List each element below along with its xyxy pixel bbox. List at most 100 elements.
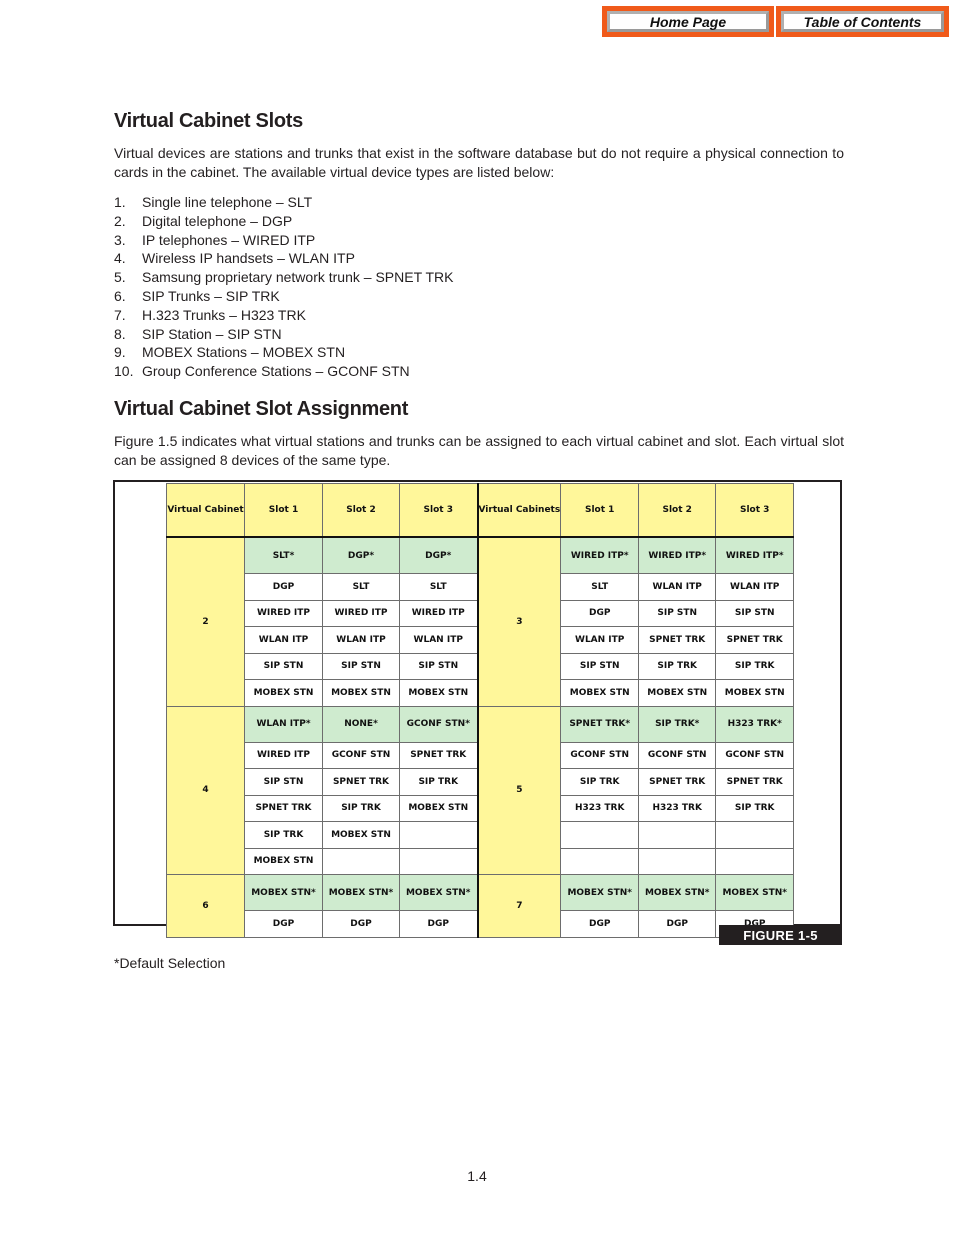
slot-cell: WLAN ITP: [560, 626, 640, 654]
default-slot-cell: MOBEX STN*: [244, 874, 323, 911]
home-page-button[interactable]: Home Page: [602, 6, 774, 37]
header-slot-1: Slot 1: [244, 483, 323, 538]
list-item: 8. SIP Station – SIP STN: [114, 325, 282, 342]
list-item: 5. Samsung proprietary network trunk – SP…: [114, 269, 454, 286]
slot-cell: [399, 821, 478, 849]
slot-cell: DGP: [322, 910, 400, 938]
slot-cell: [638, 847, 717, 875]
default-slot-cell: DGP*: [399, 536, 478, 574]
slot-cell: SIP TRK: [322, 794, 400, 822]
section-intro-slot-assignment: Figure 1.5 indicates what virtual statio…: [114, 433, 844, 468]
header-slot-2: Slot 2: [322, 483, 400, 538]
slot-cell: H323 TRK: [560, 794, 640, 822]
slot-cell: SIP STN: [244, 768, 323, 796]
slot-cell: SIP TRK: [560, 768, 640, 796]
cabinet-number-cell: 5: [476, 705, 562, 875]
table-of-contents-button[interactable]: Table of Contents: [776, 6, 949, 37]
slot-cell: DGP: [244, 910, 323, 938]
slot-cell: DGP: [560, 910, 640, 938]
section-title-virtual-cabinet-slots: Virtual Cabinet Slots: [114, 110, 303, 132]
slot-cell: WIRED ITP: [244, 599, 323, 627]
slot-cell: MOBEX STN: [244, 679, 323, 707]
slot-cell: SIP STN: [322, 652, 400, 680]
table-header-row: Virtual Cabinet Slot 1 Slot 2 Slot 3 Vir…: [166, 483, 795, 538]
header-slot-3: Slot 3: [715, 483, 795, 538]
virtual-cabinet-slot-table: Virtual Cabinet Slot 1 Slot 2 Slot 3 Vir…: [166, 483, 795, 938]
slot-cell: SPNET TRK: [244, 794, 323, 822]
table-row: 4 WLAN ITP* NONE* GCONF STN* 5 SPNET TRK* SIP …: [166, 705, 795, 875]
slot-cell: MOBEX STN: [715, 679, 795, 707]
section-intro-virtual-cabinet-slots: Virtual devices are stations and trunks …: [114, 145, 844, 180]
slot-cell: SIP STN: [638, 599, 717, 627]
slot-cell: WLAN ITP: [638, 573, 717, 601]
slot-cell: WLAN ITP: [399, 626, 478, 654]
slot-cell: SLT: [560, 573, 640, 601]
list-item: 10. Group Conference Stations – GCONF STN: [114, 363, 410, 380]
default-slot-cell: GCONF STN*: [399, 705, 478, 743]
figure-label: FIGURE 1-5: [719, 925, 842, 945]
header-slot-2: Slot 2: [638, 483, 717, 538]
slot-cell: DGP: [560, 599, 640, 627]
default-slot-cell: H323 TRK*: [715, 705, 795, 743]
slot-cell: SPNET TRK: [715, 626, 795, 654]
slot-cell: SIP TRK: [399, 768, 478, 796]
header-slot-3: Slot 3: [399, 483, 478, 538]
slot-cell: MOBEX STN: [322, 679, 400, 707]
default-slot-cell: SIP TRK*: [638, 705, 717, 743]
slot-cell: SIP STN: [560, 652, 640, 680]
cabinet-number-cell: 2: [166, 536, 245, 707]
slot-cell: SPNET TRK: [638, 626, 717, 654]
slot-cell: MOBEX STN: [399, 679, 478, 707]
slot-cell: SIP TRK: [244, 821, 323, 849]
list-item: 2. Digital telephone – DGP: [114, 212, 293, 229]
header-virtual-cabinets: Virtual Cabinets: [476, 483, 562, 538]
slot-cell: SPNET TRK: [638, 768, 717, 796]
slot-cell: DGP: [244, 573, 323, 601]
slot-cell: SIP STN: [244, 652, 323, 680]
slot-cell: DGP: [399, 910, 478, 938]
slot-cell: GCONF STN: [560, 741, 640, 769]
slot-cell: WLAN ITP: [322, 626, 400, 654]
slot-cell: [560, 847, 640, 875]
slot-cell: GCONF STN: [638, 741, 717, 769]
table-row: 6 MOBEX STN* MOBEX STN* MOBEX STN* 7 MOBEX ST…: [166, 874, 795, 938]
slot-cell: [399, 847, 478, 875]
header-slot-1: Slot 1: [560, 483, 640, 538]
slot-cell: SLT: [399, 573, 478, 601]
slot-cell: WLAN ITP: [715, 573, 795, 601]
slot-cell: [560, 821, 640, 849]
slot-cell: [638, 821, 717, 849]
default-slot-cell: WIRED ITP*: [560, 536, 640, 574]
slot-cell: WLAN ITP: [244, 626, 323, 654]
home-page-button-label: Home Page: [607, 11, 769, 32]
slot-cell: SIP TRK: [638, 652, 717, 680]
page-number: 1.4: [467, 1168, 487, 1184]
slot-cell: WIRED ITP: [399, 599, 478, 627]
default-slot-cell: SLT*: [244, 536, 323, 574]
slot-cell: DGP: [638, 910, 717, 938]
default-slot-cell: NONE*: [322, 705, 400, 743]
header-virtual-cabinet: Virtual Cabinet: [166, 483, 245, 538]
slot-cell: MOBEX STN: [399, 794, 478, 822]
list-item: 4. Wireless IP handsets – WLAN ITP: [114, 250, 355, 267]
default-slot-cell: MOBEX STN*: [638, 874, 717, 911]
slot-cell: SPNET TRK: [399, 741, 478, 769]
slot-cell: [322, 847, 400, 875]
slot-cell: SIP STN: [715, 599, 795, 627]
default-slot-cell: MOBEX STN*: [322, 874, 400, 911]
default-slot-cell: SPNET TRK*: [560, 705, 640, 743]
slot-cell: SIP STN: [399, 652, 478, 680]
section-title-slot-assignment: Virtual Cabinet Slot Assignment: [114, 398, 409, 420]
slot-cell: WIRED ITP: [244, 741, 323, 769]
slot-cell: [715, 821, 795, 849]
footnote: *Default Selection: [114, 955, 226, 971]
slot-cell: SLT: [322, 573, 400, 601]
default-slot-cell: DGP*: [322, 536, 400, 574]
slot-cell: H323 TRK: [638, 794, 717, 822]
default-slot-cell: WIRED ITP*: [715, 536, 795, 574]
list-item: 9. MOBEX Stations – MOBEX STN: [114, 344, 346, 361]
slot-cell: SIP TRK: [715, 794, 795, 822]
cabinet-number-cell: 7: [476, 874, 562, 938]
slot-cell: MOBEX STN: [638, 679, 717, 707]
slot-cell: WIRED ITP: [322, 599, 400, 627]
